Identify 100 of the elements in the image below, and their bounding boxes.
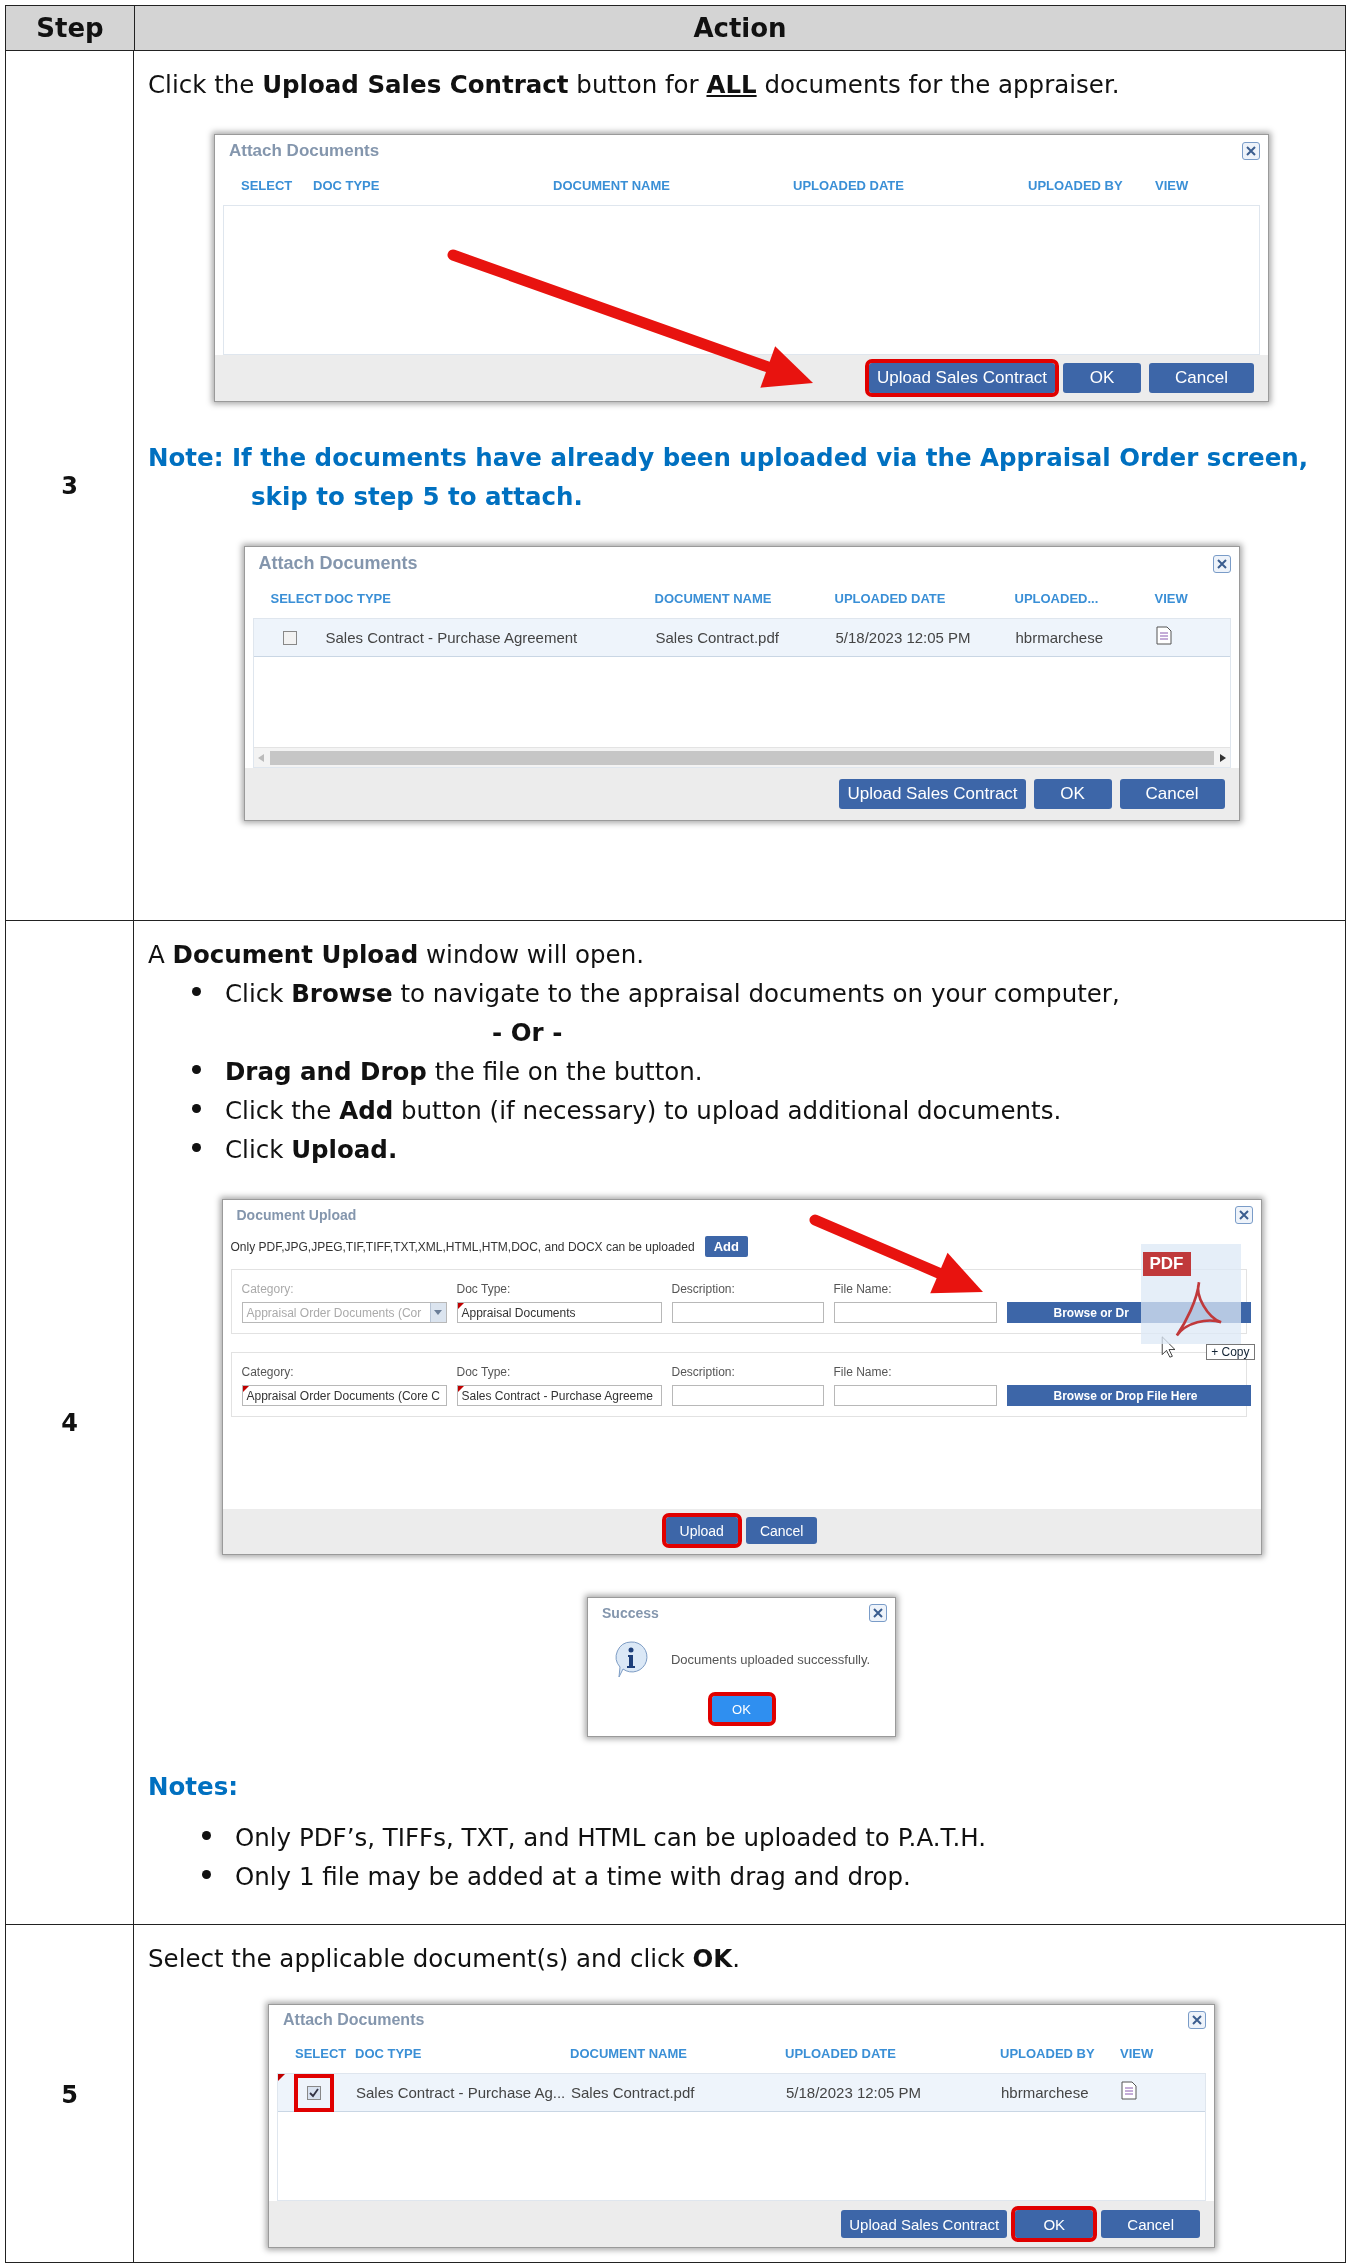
dialog-button[interactable]: Upload Sales Contract bbox=[841, 2210, 1008, 2238]
list-item-text: Only 1 file may be added at a time with drag and drop. bbox=[235, 1861, 911, 1893]
bullet-icon bbox=[202, 1870, 211, 1879]
step-number: 5 bbox=[61, 2081, 78, 2109]
dialog-button[interactable]: OK bbox=[1063, 363, 1142, 393]
column-header: DOCUMENT NAME bbox=[654, 590, 773, 606]
column-header: DOCUMENT NAME bbox=[553, 177, 671, 193]
table-cell-text: hbrmarchese bbox=[1001, 2084, 1090, 2101]
column-header: UPLOADED DATE bbox=[834, 590, 947, 606]
close-button[interactable] bbox=[869, 1604, 887, 1622]
notes-heading: Notes: bbox=[148, 1771, 240, 1803]
bullet-icon bbox=[192, 987, 201, 996]
column-header: DOCUMENT NAME bbox=[570, 2045, 688, 2061]
step-number: 4 bbox=[61, 1408, 78, 1437]
instruction-text: A Document Upload window will open. bbox=[148, 939, 645, 971]
document-icon[interactable] bbox=[1121, 2081, 1137, 2100]
category-select[interactable]: Appraisal Order Documents (Core C bbox=[241, 1385, 447, 1406]
field-label: File Name: bbox=[833, 1282, 893, 1296]
column-header: DOC TYPE bbox=[355, 2045, 423, 2061]
list-item-text: Click Upload. bbox=[225, 1134, 398, 1166]
field-label: Description: bbox=[671, 1365, 736, 1379]
info-icon bbox=[612, 1640, 649, 1678]
column-header: UPLOADED BY bbox=[1028, 177, 1124, 193]
doc-type-field[interactable]: Appraisal Documents bbox=[456, 1302, 662, 1323]
step-number: 3 bbox=[61, 471, 78, 500]
column-header: VIEW bbox=[1120, 2045, 1155, 2061]
close-button[interactable] bbox=[1234, 1206, 1253, 1224]
success-message: Documents uploaded successfully. bbox=[670, 1651, 871, 1667]
field-label: Doc Type: bbox=[456, 1365, 512, 1379]
list-item-text: Click Browse to navigate to the appraisal documents on your computer, bbox=[225, 978, 1120, 1010]
column-header: SELECT bbox=[269, 590, 323, 606]
table-cell-text: Sales Contract.pdf bbox=[655, 629, 780, 646]
field-label: Description: bbox=[671, 1282, 736, 1296]
close-icon bbox=[1216, 558, 1227, 569]
check-icon bbox=[309, 2087, 319, 2098]
close-icon bbox=[1238, 1210, 1249, 1220]
dialog-title: Success bbox=[602, 1605, 659, 1621]
note-text: Note: If the documents have already been uploaded via the Appraisal Order screen, skip to step 5 to attach. bbox=[148, 442, 1309, 513]
column-header: UPLOADED BY bbox=[1000, 2045, 1096, 2061]
field-label: Doc Type: bbox=[456, 1282, 512, 1296]
pdf-file-icon: PDF bbox=[1140, 1244, 1241, 1344]
horizontal-scrollbar[interactable] bbox=[253, 747, 1230, 767]
table-cell-text: 5/18/2023 12:05 PM bbox=[835, 629, 972, 646]
column-header: DOC TYPE bbox=[324, 590, 392, 606]
field-label: Category: bbox=[241, 1282, 295, 1296]
description-field[interactable] bbox=[671, 1385, 824, 1406]
column-header: Step bbox=[6, 6, 134, 51]
close-button[interactable] bbox=[1212, 554, 1231, 573]
separator-text: - Or - bbox=[491, 1017, 563, 1049]
bullet-icon bbox=[192, 1065, 201, 1074]
list-item-text: Only PDF’s, TIFFs, TXT, and HTML can be uploaded to P.A.T.H. bbox=[235, 1822, 987, 1854]
add-button[interactable]: Add bbox=[704, 1236, 748, 1257]
browse-button[interactable]: Browse or Drop File Here bbox=[1006, 1385, 1251, 1406]
allowed-types-text: Only PDF,JPG,JPEG,TIF,TIFF,TXT,XML,HTML,HTM,DOC, and DOCX can be uploaded bbox=[230, 1239, 695, 1254]
column-header: UPLOADED DATE bbox=[785, 2045, 897, 2061]
column-header: SELECT bbox=[294, 2045, 348, 2061]
dialog-title: Document Upload bbox=[236, 1207, 357, 1223]
dialog-title: Attach Documents bbox=[258, 553, 418, 574]
dialog-button[interactable]: Cancel bbox=[1149, 363, 1254, 393]
field-label: Category: bbox=[241, 1365, 295, 1379]
dialog-button[interactable]: Upload Sales Contract bbox=[839, 779, 1026, 809]
table-cell-text: 5/18/2023 12:05 PM bbox=[786, 2084, 923, 2101]
table-cell-text: Sales Contract.pdf bbox=[571, 2084, 696, 2101]
chevron-down-icon bbox=[434, 1310, 442, 1315]
close-icon bbox=[1246, 146, 1256, 156]
close-button[interactable] bbox=[1188, 2011, 1206, 2029]
dialog-button[interactable]: OK bbox=[1033, 779, 1112, 809]
column-header: UPLOADED DATE bbox=[793, 177, 905, 193]
bullet-icon bbox=[192, 1104, 201, 1113]
list-item-text: Drag and Drop the file on the button. bbox=[225, 1056, 703, 1088]
table-cell-text: hbrmarchese bbox=[1015, 629, 1105, 646]
description-field[interactable] bbox=[671, 1302, 824, 1323]
column-header: DOC TYPE bbox=[313, 177, 381, 193]
close-button[interactable] bbox=[1242, 142, 1260, 160]
column-header: VIEW bbox=[1154, 590, 1189, 606]
table-cell-text: Sales Contract - Purchase Agreement bbox=[325, 629, 579, 646]
dialog-button[interactable]: Cancel bbox=[1101, 2210, 1200, 2238]
doc-type-field[interactable]: Sales Contract - Purchase Agreeme bbox=[456, 1385, 662, 1406]
table-cell-text: Sales Contract - Purchase Ag... bbox=[356, 2084, 567, 2101]
file-name-field[interactable] bbox=[833, 1302, 997, 1323]
dialog-title: Attach Documents bbox=[229, 141, 380, 161]
dialog-button[interactable]: Cancel bbox=[745, 1517, 818, 1544]
column-header: SELECT bbox=[240, 177, 294, 193]
copy-tag: + Copy bbox=[1206, 1344, 1255, 1360]
field-label: File Name: bbox=[833, 1365, 893, 1379]
column-header: Action bbox=[134, 6, 1345, 51]
file-name-field[interactable] bbox=[833, 1385, 997, 1406]
column-header: VIEW bbox=[1155, 177, 1190, 193]
bullet-icon bbox=[192, 1143, 201, 1152]
instruction-text: Select the applicable document(s) and click OK. bbox=[148, 1943, 742, 1975]
scroll-right-icon[interactable] bbox=[1219, 753, 1226, 762]
list-item-text: Click the Add button (if necessary) to upload additional documents. bbox=[225, 1095, 1062, 1127]
column-header: UPLOADED... bbox=[1014, 590, 1100, 606]
dialog-title: Attach Documents bbox=[283, 2011, 425, 2029]
bullet-icon bbox=[202, 1831, 211, 1840]
close-icon bbox=[1192, 2015, 1202, 2025]
dialog-button[interactable]: Cancel bbox=[1119, 779, 1225, 809]
instruction-text: Click the Upload Sales Contract button for ALL documents for the appraiser. bbox=[148, 69, 1121, 101]
document-icon[interactable] bbox=[1155, 626, 1172, 645]
close-icon bbox=[873, 1608, 883, 1618]
